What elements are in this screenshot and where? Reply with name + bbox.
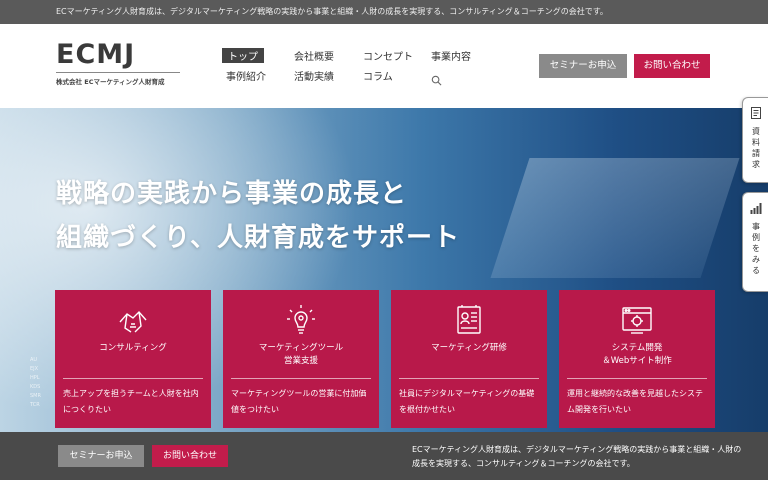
footer-contact-button[interactable]: お問い合わせ — [152, 445, 228, 467]
side-tab-char: る — [752, 266, 760, 275]
side-tab-char: 請 — [752, 149, 760, 158]
footer-company-description: ECマーケティング人財育成は、デジタルマーケティング戦略の実践から事業と組織・人… — [412, 445, 742, 468]
main-navigation: トップ 会社概要 コンセプト 事業内容 事例紹介 活動実績 コラム — [222, 48, 492, 88]
hero-title-line-2: 組織づくり、人財育成をサポート — [56, 223, 460, 253]
lightbulb-gear-icon — [287, 305, 315, 334]
service-card-marketing-training[interactable]: マーケティング研修 社員にデジタルマーケティングの基礎を根付かせたい — [391, 290, 547, 428]
card-divider — [63, 378, 203, 379]
service-card-marketing-tools[interactable]: マーケティングツール 営業支援 マーケティングツールの営業に付加価値をつけたい — [223, 290, 379, 428]
nav-column[interactable]: コラム — [363, 68, 393, 83]
side-tab-char: 料 — [752, 138, 760, 147]
footer-seminar-button[interactable]: セミナーお申込 — [58, 445, 144, 467]
card-title: システム開発 ＆Webサイト制作 — [559, 342, 715, 368]
nav-activities[interactable]: 活動実績 — [294, 68, 334, 83]
card-title: マーケティングツール 営業支援 — [223, 342, 379, 368]
side-tab-char: 求 — [752, 160, 760, 169]
site-header: ECMJ 株式会社 ECマーケティング人財育成 トップ 会社概要 コンセプト 事… — [0, 24, 768, 108]
logo-company-name: 株式会社 ECマーケティング人財育成 — [56, 78, 165, 86]
side-tab-char: 例 — [752, 233, 760, 242]
card-title-line: マーケティング研修 — [431, 343, 507, 353]
nav-cases[interactable]: 事例紹介 — [226, 68, 266, 83]
side-tab-document-request[interactable]: 資 料 請 求 — [742, 97, 768, 183]
side-tab-view-cases[interactable]: 事 例 を み る — [742, 192, 768, 292]
nav-company[interactable]: 会社概要 — [294, 48, 334, 63]
card-description: 売上アップを担うチームと人財を社内につくりたい — [63, 389, 199, 414]
side-tab-char: 事 — [752, 222, 760, 231]
logo-divider — [56, 72, 180, 73]
card-title: マーケティング研修 — [391, 342, 547, 355]
card-description: マーケティングツールの営業に付加価値をつけたい — [231, 389, 367, 414]
side-tab-char: み — [752, 255, 760, 264]
service-card-consulting[interactable]: コンサルティング 売上アップを担うチームと人財を社内につくりたい — [55, 290, 211, 428]
hero-title-line-1: 戦略の実践から事業の成長と — [56, 179, 408, 209]
top-announcement-bar: ECマーケティング人財育成は、デジタルマーケティング戦略の実践から事業と組織・人… — [0, 0, 768, 24]
side-tab-label: 事 例 を み る — [743, 221, 768, 276]
hero-title: 戦略の実践から事業の成長と 組織づくり、人財育成をサポート — [56, 172, 556, 260]
side-tab-char: を — [752, 244, 760, 253]
side-tab-char: 資 — [752, 127, 760, 136]
nav-business[interactable]: 事業内容 — [431, 48, 471, 63]
seminar-application-button[interactable]: セミナーお申込 — [539, 54, 627, 78]
handshake-icon — [119, 310, 147, 333]
card-title-line: コンサルティング — [99, 343, 167, 353]
card-description: 社員にデジタルマーケティングの基礎を根付かせたい — [399, 389, 535, 414]
company-logo[interactable]: ECMJ 株式会社 ECマーケティング人財育成 — [56, 40, 184, 86]
sticky-footer-bar: セミナーお申込 お問い合わせ ECマーケティング人財育成は、デジタルマーケティン… — [0, 432, 768, 480]
web-system-icon — [622, 307, 652, 334]
nav-concept[interactable]: コンセプト — [363, 48, 413, 63]
card-title-line: ＆Webサイト制作 — [602, 356, 672, 366]
nav-top[interactable]: トップ — [222, 48, 264, 63]
card-divider — [399, 378, 539, 379]
contact-button[interactable]: お問い合わせ — [634, 54, 710, 78]
document-icon — [751, 107, 761, 119]
side-tab-label: 資 料 請 求 — [743, 126, 768, 170]
search-icon[interactable] — [431, 75, 442, 86]
card-divider — [567, 378, 707, 379]
card-divider — [231, 378, 371, 379]
service-card-system-development[interactable]: システム開発 ＆Webサイト制作 運用と継続的な改善を見越したシステム開発を行い… — [559, 290, 715, 428]
bar-chart-icon — [750, 203, 762, 214]
card-title-line: 営業支援 — [283, 356, 318, 366]
card-description: 運用と継続的な改善を見越したシステム開発を行いたい — [567, 389, 703, 414]
card-title-line: マーケティングツール — [258, 343, 344, 353]
training-board-icon — [457, 305, 481, 334]
logo-wordmark: ECMJ — [56, 39, 136, 70]
card-title-line: システム開発 — [611, 343, 663, 353]
card-title: コンサルティング — [55, 342, 211, 355]
